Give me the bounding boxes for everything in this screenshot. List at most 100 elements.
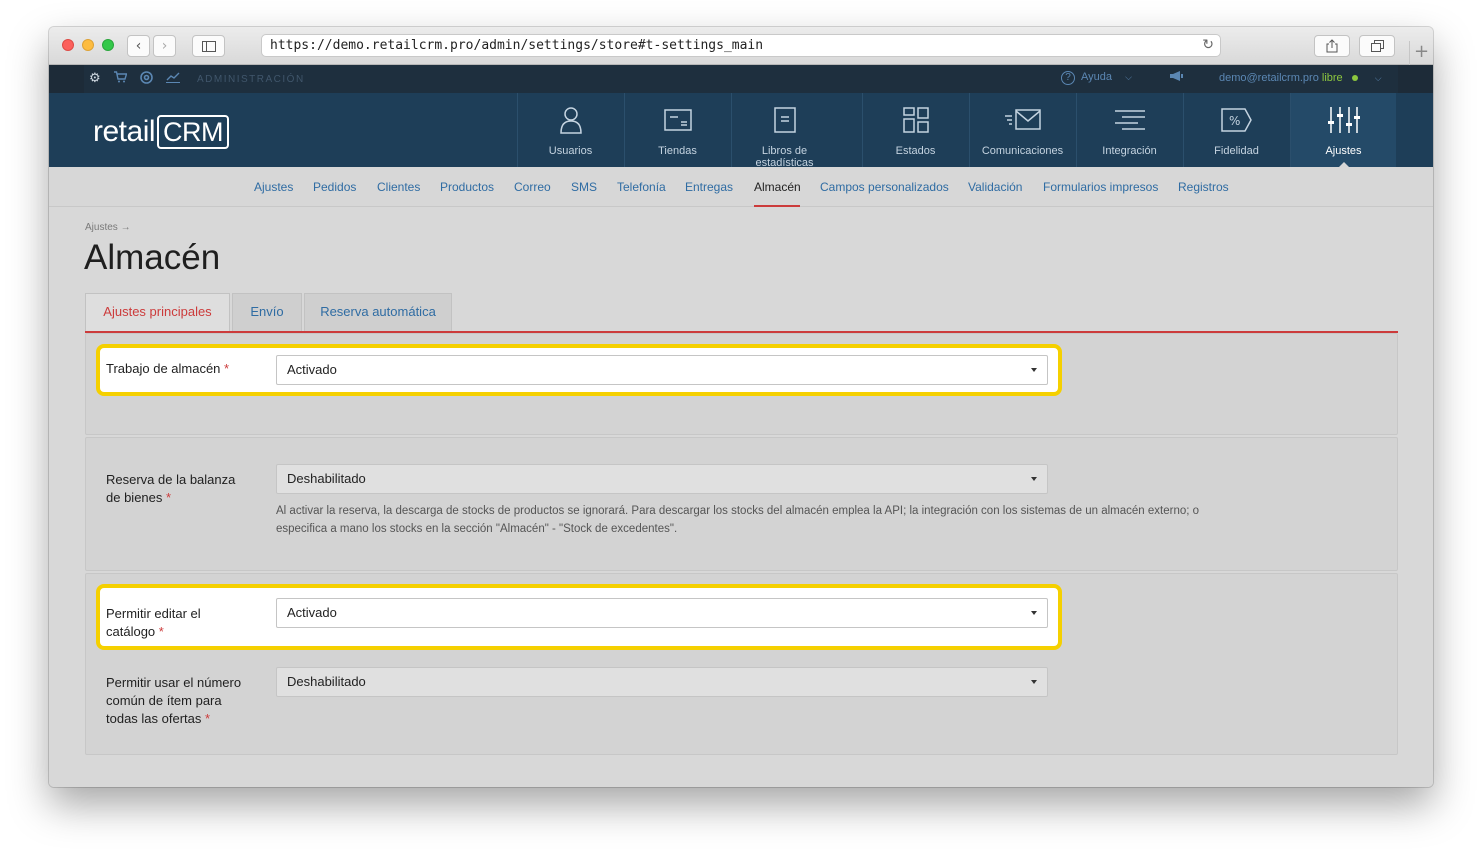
label-line: catálogo — [106, 624, 156, 639]
help-line: Al activar la reserva, la descarga de st… — [276, 505, 1200, 517]
subnav-item-formularios[interactable]: Formularios impresos — [1043, 180, 1158, 194]
nav-label: Integración — [1102, 145, 1157, 157]
select-value: Activado — [287, 605, 337, 620]
tab-reserva-automatica[interactable]: Reserva automática — [304, 293, 452, 331]
field-label-reserve: Reserva de la balanza de bienes * — [106, 471, 256, 507]
main-content: Ajustes → Almacén Ajustes principales En… — [49, 207, 1433, 787]
edit-catalog-select[interactable]: Activado — [276, 598, 1048, 628]
tabs-overview-icon[interactable] — [1359, 35, 1395, 57]
select-value: Activado — [287, 362, 337, 377]
help-icon: ? — [1061, 71, 1075, 85]
caret-down-icon — [1031, 680, 1037, 684]
required-mark: * — [166, 490, 172, 505]
user-icon — [518, 105, 623, 135]
nav-label: Ajustes — [1325, 145, 1362, 157]
main-navigation: retail CRM Usuarios Tiendas Libros de est… — [49, 93, 1433, 169]
subnav-item-productos[interactable]: Productos — [440, 180, 494, 194]
percent-tag-icon: % — [1184, 105, 1289, 135]
label-line: común de ítem para — [106, 693, 222, 708]
subnav-item-registros[interactable]: Registros — [1178, 180, 1229, 194]
required-mark: * — [158, 624, 164, 639]
admin-bar: ⚙ ADMINISTRACIÓN ? Ayuda ⌵ demo@retailcrm… — [49, 65, 1433, 93]
subnav-item-telefonia[interactable]: Telefonía — [617, 180, 666, 194]
label-line: Permitir usar el número — [106, 675, 242, 690]
nav-item-estados[interactable]: Estados — [862, 93, 968, 167]
admin-section-label: ADMINISTRACIÓN — [197, 74, 305, 85]
settings-panel-catalog: Permitir editar el catálogo * Activado P… — [85, 573, 1398, 755]
nav-label: Usuarios — [548, 145, 593, 157]
back-icon[interactable]: ‹ — [127, 35, 150, 57]
sliders-icon — [1291, 105, 1396, 135]
nav-item-ajustes[interactable]: Ajustes — [1290, 93, 1396, 168]
subnav-item-clientes[interactable]: Clientes — [377, 180, 420, 194]
label-line: de bienes — [106, 490, 163, 505]
subnav-item-ajustes[interactable]: Ajustes — [254, 180, 293, 194]
caret-down-icon — [1031, 611, 1037, 615]
nav-item-integracion[interactable]: Integración — [1076, 93, 1182, 167]
browser-toolbar: ‹ › https://demo.retailcrm.pro/admin/set… — [49, 27, 1433, 65]
minimize-window-button[interactable] — [82, 39, 94, 51]
subnav-item-validacion[interactable]: Validación — [968, 180, 1022, 194]
close-window-button[interactable] — [62, 39, 74, 51]
online-status-dot — [1351, 75, 1358, 82]
user-menu[interactable]: demo@retailcrm.pro libre ⌵ — [1219, 72, 1382, 84]
user-plan: libre — [1321, 72, 1343, 84]
tab-ajustes-principales[interactable]: Ajustes principales — [85, 293, 230, 331]
svg-text:%: % — [1229, 114, 1240, 128]
forward-icon[interactable]: › — [153, 35, 176, 57]
label-text: Trabajo de almacén — [106, 361, 221, 376]
subnav-item-campos[interactable]: Campos personalizados — [820, 180, 949, 194]
chevron-down-icon: ⌵ — [1125, 72, 1132, 82]
label-line: Permitir editar el — [106, 606, 201, 621]
subnav-item-entregas[interactable]: Entregas — [685, 180, 733, 194]
nav-label: Libros de estadísticas — [755, 145, 814, 169]
browser-window: ‹ › https://demo.retailcrm.pro/admin/set… — [49, 27, 1433, 787]
select-value: Deshabilitado — [287, 674, 366, 689]
settings-panel-warehouse: Trabajo de almacén * Activado — [85, 333, 1398, 435]
required-mark: * — [224, 361, 230, 376]
help-menu[interactable]: ? Ayuda ⌵ — [1061, 71, 1132, 85]
address-bar[interactable]: https://demo.retailcrm.pro/admin/setting… — [261, 34, 1221, 57]
nav-label: Fidelidad — [1214, 145, 1259, 157]
megaphone-icon[interactable] — [1169, 70, 1184, 86]
url-text: https://demo.retailcrm.pro/admin/setting… — [270, 38, 764, 53]
tab-envio[interactable]: Envío — [232, 293, 302, 331]
mail-icon — [970, 105, 1075, 135]
reload-icon[interactable]: ↻ — [1202, 35, 1214, 56]
cart-icon[interactable] — [114, 71, 128, 87]
nav-item-usuarios[interactable]: Usuarios — [517, 93, 623, 167]
caret-down-icon — [1031, 368, 1037, 372]
sidebar-toggle-icon[interactable] — [192, 35, 225, 57]
reserve-help-text: Al activar la reserva, la descarga de st… — [276, 502, 1266, 538]
new-tab-icon[interactable]: + — [1409, 41, 1433, 65]
chevron-down-icon: ⌵ — [1374, 73, 1382, 83]
nav-item-comunicaciones[interactable]: Comunicaciones — [969, 93, 1075, 167]
page-title: Almacén — [84, 238, 221, 277]
share-icon[interactable] — [1314, 35, 1350, 57]
warehouse-work-select[interactable]: Activado — [276, 355, 1048, 385]
nav-item-libros[interactable]: Libros de estadísticas — [731, 93, 837, 169]
settings-subnav: Ajustes Pedidos Clientes Productos Corre… — [49, 167, 1433, 207]
subnav-item-pedidos[interactable]: Pedidos — [313, 180, 356, 194]
zoom-window-button[interactable] — [102, 39, 114, 51]
common-number-select[interactable]: Deshabilitado — [276, 667, 1048, 697]
gear-icon[interactable]: ⚙ — [89, 71, 101, 86]
logo-text: retail — [93, 115, 156, 148]
label-line: todas las ofertas — [106, 711, 202, 726]
document-icon — [732, 105, 837, 135]
logo-crm: CRM — [157, 115, 230, 149]
subnav-item-sms[interactable]: SMS — [571, 180, 597, 194]
breadcrumb[interactable]: Ajustes → — [85, 222, 131, 233]
field-label-common-number: Permitir usar el número común de ítem pa… — [106, 674, 266, 728]
required-mark: * — [205, 711, 211, 726]
subnav-item-almacen[interactable]: Almacén — [754, 180, 801, 194]
support-icon[interactable] — [140, 71, 153, 88]
subnav-item-correo[interactable]: Correo — [514, 180, 551, 194]
analytics-icon[interactable] — [166, 71, 180, 87]
nav-label: Comunicaciones — [981, 145, 1064, 157]
help-label: Ayuda — [1081, 71, 1112, 83]
retailcrm-logo[interactable]: retail CRM — [93, 115, 230, 149]
nav-item-fidelidad[interactable]: % Fidelidad — [1183, 93, 1289, 167]
reserve-select[interactable]: Deshabilitado — [276, 464, 1048, 494]
nav-item-tiendas[interactable]: Tiendas — [624, 93, 730, 167]
